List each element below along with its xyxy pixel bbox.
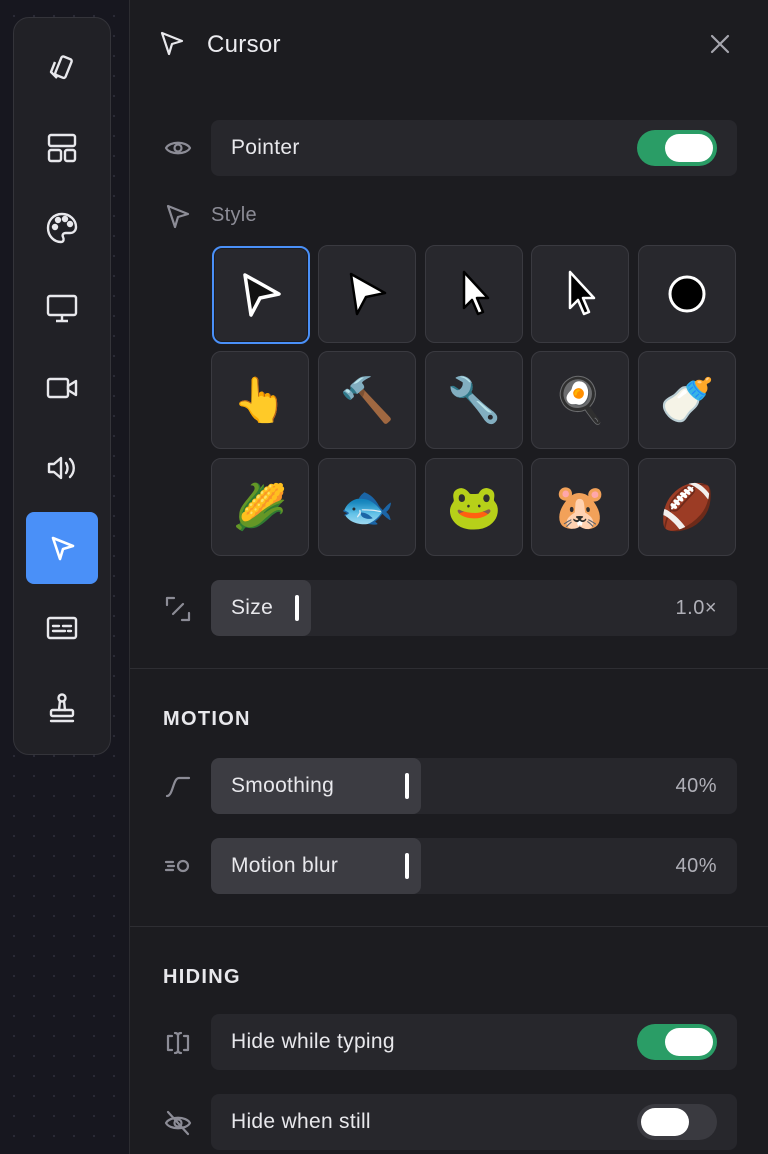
pointer-label: Pointer: [231, 136, 300, 159]
size-label: Size: [231, 596, 274, 619]
smoothing-value: 40%: [675, 775, 717, 797]
style-option-pointing-hand[interactable]: 👆: [211, 351, 309, 449]
monitor-icon: [46, 294, 78, 323]
captions-icon: [46, 616, 78, 640]
divider: [130, 926, 768, 927]
motion-blur-label: Motion blur: [231, 854, 339, 877]
camera-tool-button[interactable]: [26, 352, 98, 424]
cursor-style-grid: 👆 🔨 🔧 🍳 🍼 🌽 🐟 🐸 🐹 🏈: [211, 245, 737, 557]
smoothing-slider[interactable]: Smoothing 40%: [211, 758, 737, 814]
style-option-baby-bottle[interactable]: 🍼: [638, 351, 736, 449]
style-option-fish[interactable]: 🐟: [318, 458, 416, 556]
style-option-arrow-classic-white[interactable]: [425, 245, 523, 343]
motion-blur-icon: [163, 851, 193, 881]
stamp-icon: [49, 693, 75, 723]
hide-when-still-toggle[interactable]: [637, 1104, 717, 1140]
palette-icon: [46, 212, 78, 244]
hide-while-typing-row: Hide while typing: [211, 1014, 737, 1070]
style-option-arrow-classic-black[interactable]: [531, 245, 629, 343]
slider-handle[interactable]: [405, 773, 410, 799]
hide-when-still-label: Hide when still: [231, 1110, 371, 1133]
cards-tool-button[interactable]: [26, 32, 98, 104]
speaker-icon: [47, 456, 75, 480]
video-camera-icon: [46, 377, 78, 399]
size-slider[interactable]: Size 1.0×: [211, 580, 737, 636]
style-option-circle-dot[interactable]: [638, 245, 736, 343]
style-option-arrow-outline-dark[interactable]: [212, 246, 310, 344]
audio-tool-button[interactable]: [26, 432, 98, 504]
slider-handle[interactable]: [405, 853, 410, 879]
pointer-toggle[interactable]: [637, 130, 717, 166]
toggle-knob: [641, 1108, 689, 1136]
slider-handle[interactable]: [294, 595, 299, 621]
style-option-football[interactable]: 🏈: [638, 458, 736, 556]
cursor-tool-button[interactable]: [26, 512, 98, 584]
hide-when-still-row: Hide when still: [211, 1094, 737, 1150]
size-value: 1.0×: [675, 597, 717, 619]
hide-while-typing-toggle[interactable]: [637, 1024, 717, 1060]
hide-while-typing-label: Hide while typing: [231, 1030, 395, 1053]
close-icon[interactable]: [708, 32, 732, 56]
panel-title: Cursor: [207, 31, 281, 58]
style-option-frog[interactable]: 🐸: [425, 458, 523, 556]
motion-section-title: MOTION: [163, 708, 251, 730]
style-option-hammer[interactable]: 🔨: [318, 351, 416, 449]
text-cursor-icon: [163, 1028, 193, 1058]
toggle-knob: [665, 134, 713, 162]
style-option-corn[interactable]: 🌽: [211, 458, 309, 556]
captions-tool-button[interactable]: [26, 592, 98, 664]
cursor-settings-panel: Cursor Pointer Style 👆 🔨 🔧 🍳 🍼 🌽 🐟 🐸 🐹 🏈…: [129, 0, 768, 1154]
cursor-icon: [160, 31, 184, 56]
eye-icon: [163, 133, 193, 163]
layout-icon: [47, 133, 77, 163]
display-tool-button[interactable]: [26, 272, 98, 344]
motion-blur-slider[interactable]: Motion blur 40%: [211, 838, 737, 894]
resize-icon: [163, 594, 193, 624]
toggle-knob: [665, 1028, 713, 1056]
style-option-frying-pan[interactable]: 🍳: [531, 351, 629, 449]
motion-blur-value: 40%: [675, 855, 717, 877]
smoothing-curve-icon: [163, 772, 193, 802]
smoothing-label: Smoothing: [231, 774, 335, 797]
style-option-arrow-white[interactable]: [318, 245, 416, 343]
cursor-icon: [51, 536, 75, 561]
eye-off-icon: [163, 1108, 193, 1138]
style-label: Style: [211, 204, 257, 226]
layout-tool-button[interactable]: [26, 112, 98, 184]
divider: [130, 668, 768, 669]
cursor-style-icon: [163, 201, 193, 231]
style-option-hamster[interactable]: 🐹: [531, 458, 629, 556]
hiding-section-title: HIDING: [163, 966, 241, 988]
left-toolbar: [13, 17, 111, 755]
palette-tool-button[interactable]: [26, 192, 98, 264]
style-option-wrench[interactable]: 🔧: [425, 351, 523, 449]
pointer-row: Pointer: [211, 120, 737, 176]
cards-icon: [49, 55, 73, 80]
stamp-tool-button[interactable]: [26, 672, 98, 744]
